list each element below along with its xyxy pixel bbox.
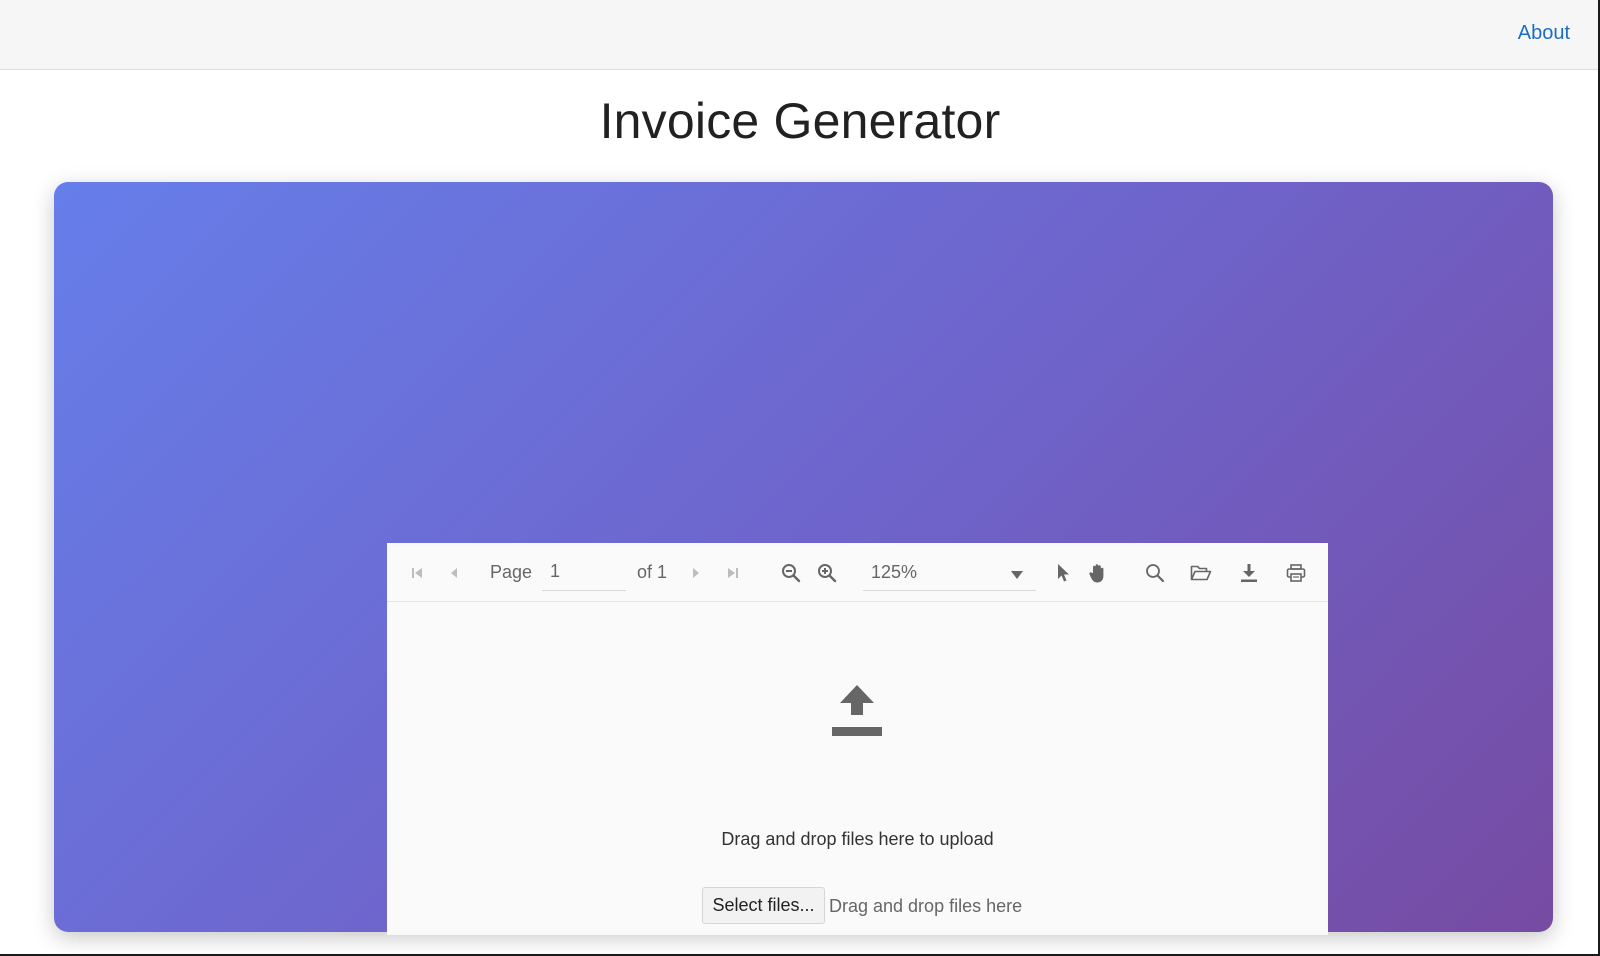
last-page-icon[interactable] (721, 561, 745, 585)
chevron-down-icon (1010, 567, 1024, 585)
print-icon[interactable] (1284, 561, 1308, 585)
drop-hint-text: Drag and drop files here to upload (721, 829, 994, 849)
search-icon[interactable] (1143, 561, 1167, 585)
next-page-icon[interactable] (684, 561, 708, 585)
zoom-dropdown[interactable]: 125% (863, 553, 1036, 591)
pointer-icon[interactable] (1051, 561, 1075, 585)
download-icon[interactable] (1237, 561, 1261, 585)
page-label: Page (490, 562, 533, 582)
page-title: Invoice Generator (599, 93, 1001, 149)
first-page-icon[interactable] (405, 561, 429, 585)
about-link[interactable]: About (1518, 22, 1570, 45)
zoom-value: 125% (871, 562, 918, 582)
viewer-container: Page of 1 125% (54, 182, 1553, 935)
folder-open-icon[interactable] (1189, 561, 1213, 585)
top-navbar: About (0, 0, 1598, 70)
upload-icon (829, 682, 885, 743)
page-count-label: of 1 (637, 562, 668, 582)
app-window: About Invoice Generator Page of 1 (0, 0, 1600, 956)
pdf-viewer: Page of 1 125% (387, 543, 1328, 935)
viewer-toolbar: Page of 1 125% (387, 543, 1328, 602)
drop-files-label: Drag and drop files here (829, 896, 1023, 916)
previous-page-icon[interactable] (442, 561, 466, 585)
page-number-input[interactable] (542, 553, 626, 591)
zoom-in-icon[interactable] (815, 561, 839, 585)
file-dropzone[interactable]: Drag and drop files here to upload (387, 603, 1328, 935)
select-files-button[interactable]: Select files... (702, 887, 825, 924)
hand-pan-icon[interactable] (1086, 561, 1110, 585)
zoom-out-icon[interactable] (779, 561, 803, 585)
